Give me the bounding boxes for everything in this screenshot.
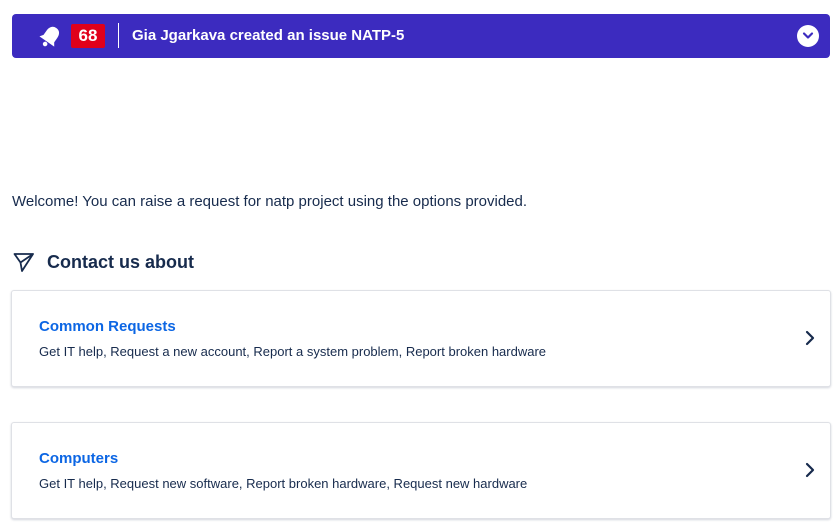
notification-divider [118, 23, 119, 48]
send-icon [12, 250, 36, 274]
request-group-description: Get IT help, Request new software, Repor… [39, 476, 528, 491]
request-group-description: Get IT help, Request a new account, Repo… [39, 344, 547, 359]
chevron-down-icon [802, 32, 814, 39]
contact-section-header: Contact us about [12, 249, 194, 275]
expand-notification-button[interactable] [797, 25, 819, 47]
notification-message[interactable]: Gia Jgarkava created an issue NATP-5 [132, 26, 404, 46]
contact-heading: Contact us about [47, 251, 194, 272]
request-group-title[interactable]: Computers [39, 450, 118, 467]
request-group-card[interactable]: Common Requests Get IT help, Request a n… [11, 290, 831, 387]
chevron-right-icon [804, 461, 816, 479]
notification-bar[interactable]: 68 Gia Jgarkava created an issue NATP-5 [12, 14, 830, 58]
welcome-message: Welcome! You can raise a request for nat… [12, 193, 528, 210]
chevron-right-icon [804, 329, 816, 347]
bell-icon [37, 24, 63, 50]
portal-page: 68 Gia Jgarkava created an issue NATP-5 … [0, 0, 840, 526]
request-group-card[interactable]: Computers Get IT help, Request new softw… [11, 422, 831, 519]
notification-count-badge: 68 [71, 24, 105, 48]
request-group-title[interactable]: Common Requests [39, 318, 176, 335]
